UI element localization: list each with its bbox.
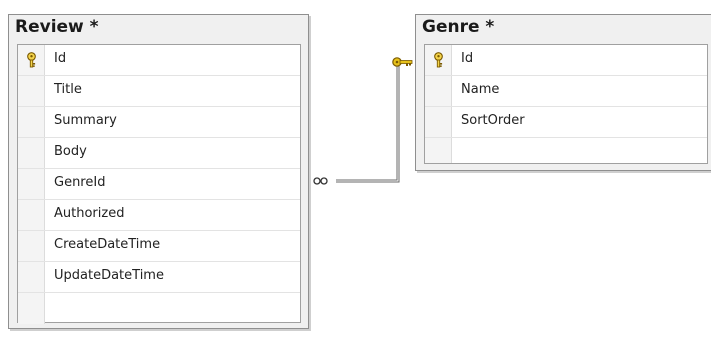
column-row[interactable]: CreateDateTime — [18, 231, 300, 262]
row-selector[interactable] — [18, 107, 45, 137]
column-name: Id — [461, 51, 474, 66]
column-row[interactable]: Name — [425, 76, 707, 107]
column-row[interactable]: Summary — [18, 107, 300, 138]
primary-key-icon — [27, 52, 36, 68]
review-table[interactable]: Review * Id Title Summary Body GenreId A… — [8, 14, 309, 329]
column-name: Summary — [54, 113, 117, 128]
genre-table[interactable]: Genre * Id Name SortOrder — [415, 14, 711, 171]
row-selector[interactable] — [425, 107, 452, 137]
row-selector[interactable] — [18, 231, 45, 261]
key-end-icon — [392, 57, 413, 67]
column-name: Id — [54, 51, 67, 66]
column-row[interactable]: Body — [18, 138, 300, 169]
row-selector[interactable] — [425, 138, 452, 163]
genre-column-grid: Id Name SortOrder — [424, 44, 708, 164]
empty-column-row[interactable] — [18, 293, 300, 324]
row-selector[interactable] — [18, 200, 45, 230]
column-row[interactable]: UpdateDateTime — [18, 262, 300, 293]
row-selector[interactable] — [425, 45, 452, 75]
column-row[interactable]: Authorized — [18, 200, 300, 231]
column-name: Title — [54, 82, 82, 97]
column-row[interactable]: GenreId — [18, 169, 300, 200]
row-selector[interactable] — [425, 76, 452, 106]
column-name: Name — [461, 82, 500, 97]
infinity-end-icon — [313, 177, 328, 185]
table-title[interactable]: Review * — [15, 17, 99, 37]
column-name: Authorized — [54, 206, 125, 221]
row-selector[interactable] — [18, 138, 45, 168]
column-name: Body — [54, 144, 87, 159]
column-name: UpdateDateTime — [54, 268, 164, 283]
row-selector[interactable] — [18, 293, 45, 324]
row-selector[interactable] — [18, 45, 45, 75]
review-column-grid: Id Title Summary Body GenreId Authorized… — [17, 44, 301, 324]
column-row[interactable]: SortOrder — [425, 107, 707, 138]
column-row[interactable]: Id — [18, 45, 300, 76]
column-row[interactable]: Id — [425, 45, 707, 76]
row-selector[interactable] — [18, 169, 45, 199]
row-selector[interactable] — [18, 262, 45, 292]
column-name: CreateDateTime — [54, 237, 161, 252]
row-selector[interactable] — [18, 76, 45, 106]
column-name: GenreId — [54, 175, 106, 190]
column-name: SortOrder — [461, 113, 525, 128]
primary-key-icon — [434, 52, 443, 68]
table-title[interactable]: Genre * — [422, 17, 494, 37]
empty-column-row[interactable] — [425, 138, 707, 163]
column-row[interactable]: Title — [18, 76, 300, 107]
